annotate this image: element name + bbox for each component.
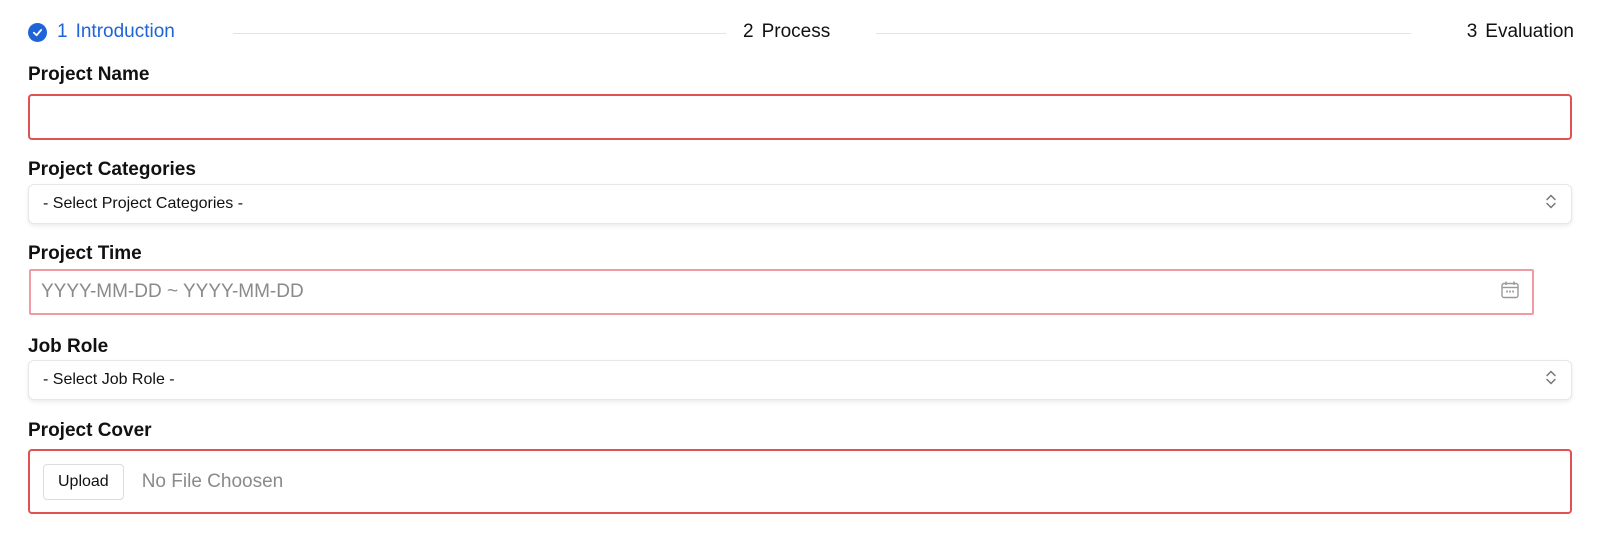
project-categories-value: - Select Project Categories - — [43, 195, 244, 212]
job-role-select[interactable]: - Select Job Role - — [28, 360, 1572, 400]
step-label: Process — [761, 21, 831, 42]
step-number: 1 — [57, 21, 68, 42]
step-number: 3 — [1466, 21, 1478, 42]
step-connector — [233, 33, 726, 34]
project-name-label: Project Name — [28, 64, 150, 85]
stepper: 1 Introduction 2 Process 3 Evaluation — [28, 14, 1574, 50]
check-circle-icon — [28, 22, 47, 42]
file-status: No File Choosen — [141, 470, 284, 492]
step-evaluation[interactable]: 3 Evaluation — [1467, 14, 1574, 50]
project-time-label: Project Time — [28, 243, 142, 264]
step-connector — [876, 33, 1411, 34]
chevron-up-down-icon — [1545, 368, 1557, 393]
step-label: Evaluation — [1485, 21, 1574, 42]
job-role-value: - Select Job Role - — [43, 371, 175, 388]
step-label: Introduction — [75, 21, 175, 42]
project-name-input[interactable] — [28, 94, 1572, 140]
project-cover-input: Upload No File Choosen — [28, 449, 1572, 514]
project-categories-select[interactable]: - Select Project Categories - — [28, 184, 1572, 224]
chevron-up-down-icon — [1545, 192, 1557, 217]
step-number: 2 — [743, 21, 754, 42]
project-cover-label: Project Cover — [28, 420, 152, 441]
step-introduction[interactable]: 1 Introduction — [28, 14, 175, 50]
upload-button[interactable]: Upload — [43, 463, 124, 500]
project-categories-label: Project Categories — [28, 159, 196, 180]
project-time-input[interactable]: YYYY-MM-DD ~ YYYY-MM-DD — [29, 269, 1534, 315]
calendar-icon[interactable] — [1500, 280, 1520, 305]
job-role-label: Job Role — [28, 336, 109, 357]
step-process[interactable]: 2 Process — [743, 14, 830, 50]
project-time-placeholder: YYYY-MM-DD ~ YYYY-MM-DD — [41, 281, 304, 302]
